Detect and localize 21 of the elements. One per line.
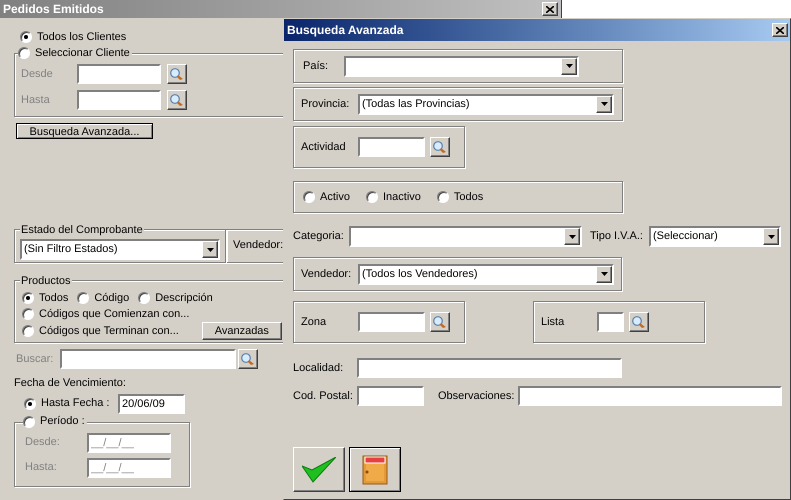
field-label: Hasta: [25,460,58,476]
group-legend: Estado del Comprobante [20,222,144,238]
field-label: Observaciones: [438,388,516,404]
field-label: Hasta [21,92,51,108]
window-title: Pedidos Emitidos [3,1,104,18]
field-label: Vendedor: [233,239,284,251]
field-label: Desde [21,66,54,82]
field-label: Actividad [301,140,347,155]
field-label: Cod. Postal: [293,388,354,404]
field-label: Provincia: [301,96,350,112]
section-heading: Fecha de Vencimiento: [14,376,127,391]
field-label: Desde: [25,435,61,450]
field-label: Localidad: [293,360,344,376]
window-title: Busqueda Avanzada [287,22,404,39]
field-label: Categoria: [293,229,345,244]
field-label: Vendedor: [301,266,352,282]
field-label: Tipo I.V.A.: [590,229,644,244]
field-label: Lista [541,314,566,330]
field-label: Buscar: [16,352,54,367]
field-label: País: [303,58,330,74]
field-label: Zona [301,314,328,330]
